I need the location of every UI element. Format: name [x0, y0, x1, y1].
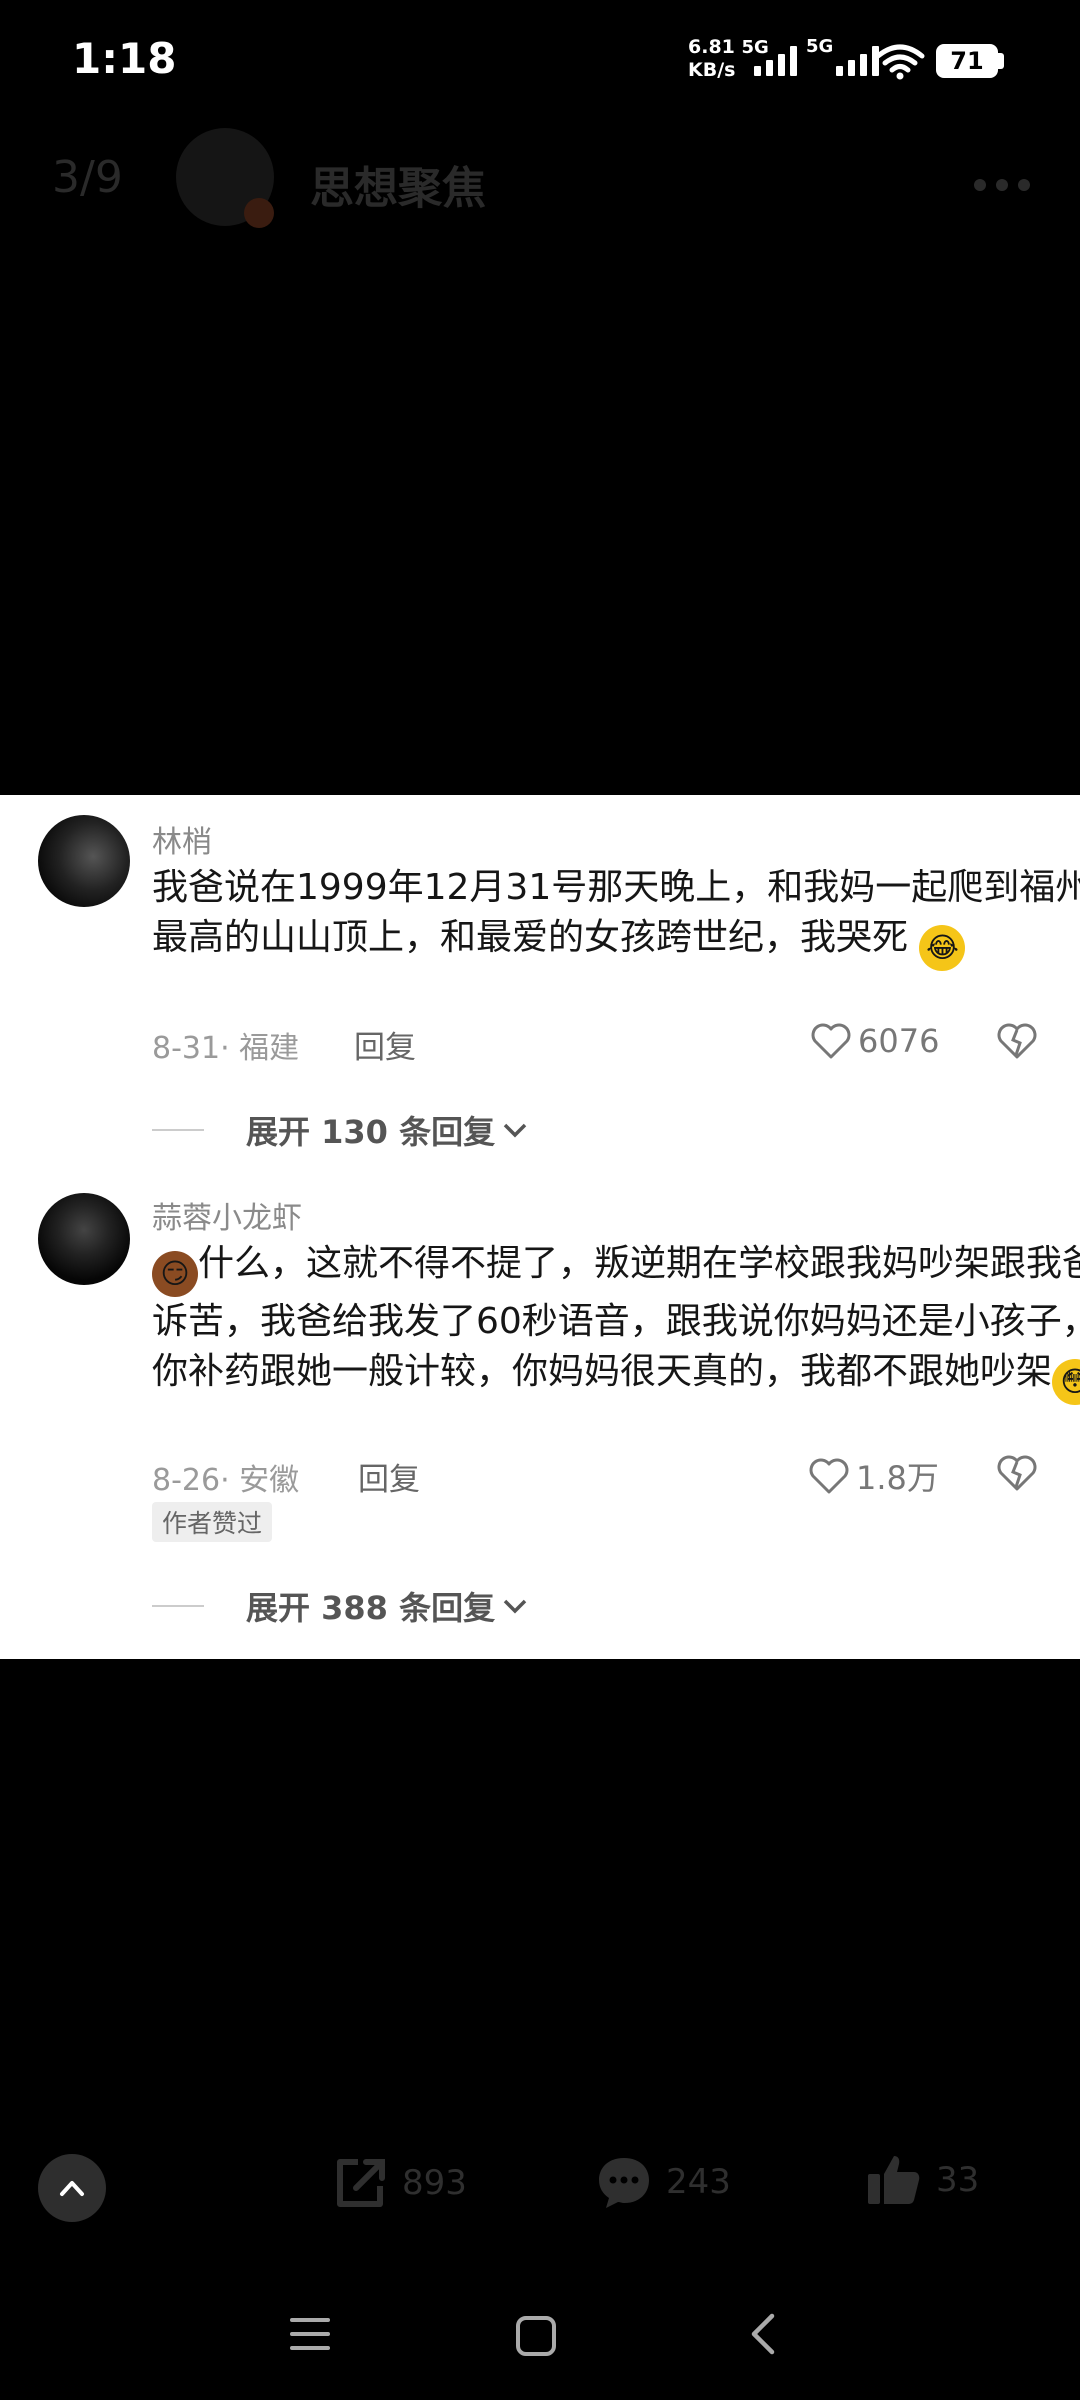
reply-button[interactable]: 回复	[358, 1454, 420, 1499]
back-icon[interactable]	[744, 2310, 780, 2358]
comment-username: 蒜蓉小龙虾	[152, 1201, 302, 1236]
more-options-icon[interactable]	[974, 176, 1040, 195]
heart-icon	[809, 1458, 849, 1494]
page-counter: 3/9	[52, 152, 123, 203]
signal-icon	[754, 46, 797, 76]
author-liked-badge: 作者赞过	[152, 1502, 273, 1542]
commenter-avatar	[38, 815, 130, 907]
like-post-button[interactable]: 33	[864, 2150, 979, 2210]
flushed-emoji-icon: 😳	[1052, 1359, 1080, 1405]
reply-button[interactable]: 回复	[354, 1022, 416, 1067]
signal-icon-2	[836, 46, 879, 76]
chevron-down-icon	[503, 1123, 527, 1138]
menu-icon[interactable]	[288, 2314, 332, 2354]
comment-button[interactable]: 243	[594, 2152, 731, 2212]
laughing-crying-emoji-icon: 😂	[919, 925, 966, 971]
comment-icon	[599, 2158, 649, 2208]
commenter-avatar	[38, 1193, 130, 1285]
comment-text: 我爸说在1999年12月31号那天晚上，和我妈一起爬到福州最高的山山顶上，和最爱…	[152, 863, 1080, 971]
author-name[interactable]: 思想聚焦	[310, 152, 486, 216]
network-type: 5G	[806, 36, 834, 57]
comments-screenshot: 林梢 我爸说在1999年12月31号那天晚上，和我妈一起爬到福州最高的山山顶上，…	[0, 795, 1080, 1659]
wifi-icon	[875, 44, 925, 80]
divider	[152, 1129, 204, 1131]
like-post-count: 33	[936, 2160, 980, 2200]
status-bar: 1:18 6.81 5G KB/s 5G 71	[0, 0, 1080, 120]
battery-nub	[998, 53, 1004, 69]
like-count: 6076	[858, 1022, 940, 1060]
expand-replies-button[interactable]: 展开 130 条回复	[152, 1107, 529, 1153]
like-button[interactable]: 6076	[810, 1021, 939, 1061]
broken-heart-icon[interactable]	[996, 1021, 1038, 1061]
like-count: 1.8万	[856, 1459, 939, 1497]
heart-icon	[811, 1023, 851, 1059]
comment-date-location: 8-26· 安徽	[152, 1463, 300, 1498]
chevron-down-icon	[503, 1599, 527, 1614]
like-button[interactable]: 1.8万	[808, 1453, 939, 1499]
share-count: 893	[402, 2163, 467, 2203]
broken-heart-icon[interactable]	[996, 1453, 1038, 1493]
comment-date-location: 8-31· 福建	[152, 1031, 300, 1066]
home-icon[interactable]	[514, 2314, 558, 2358]
chevron-up-icon	[60, 2181, 84, 2196]
expand-replies-button[interactable]: 展开 388 条回复	[152, 1583, 529, 1629]
status-time: 1:18	[72, 34, 177, 83]
scroll-top-button[interactable]	[38, 2154, 106, 2222]
share-button[interactable]: 893	[330, 2154, 467, 2212]
smirk-emoji-icon: 😏	[152, 1251, 198, 1297]
battery-icon: 71	[936, 44, 998, 78]
verified-badge-icon	[244, 198, 274, 228]
share-icon	[337, 2159, 385, 2207]
divider	[152, 1605, 204, 1607]
comment-text: 😏 什么，这就不得不提了，叛逆期在学校跟我妈吵架跟我爸诉苦，我爸给我发了60秒语音…	[152, 1239, 1080, 1405]
comment-count: 243	[666, 2162, 731, 2202]
comment-username: 林梢	[152, 825, 212, 860]
thumbs-up-icon	[868, 2156, 920, 2204]
